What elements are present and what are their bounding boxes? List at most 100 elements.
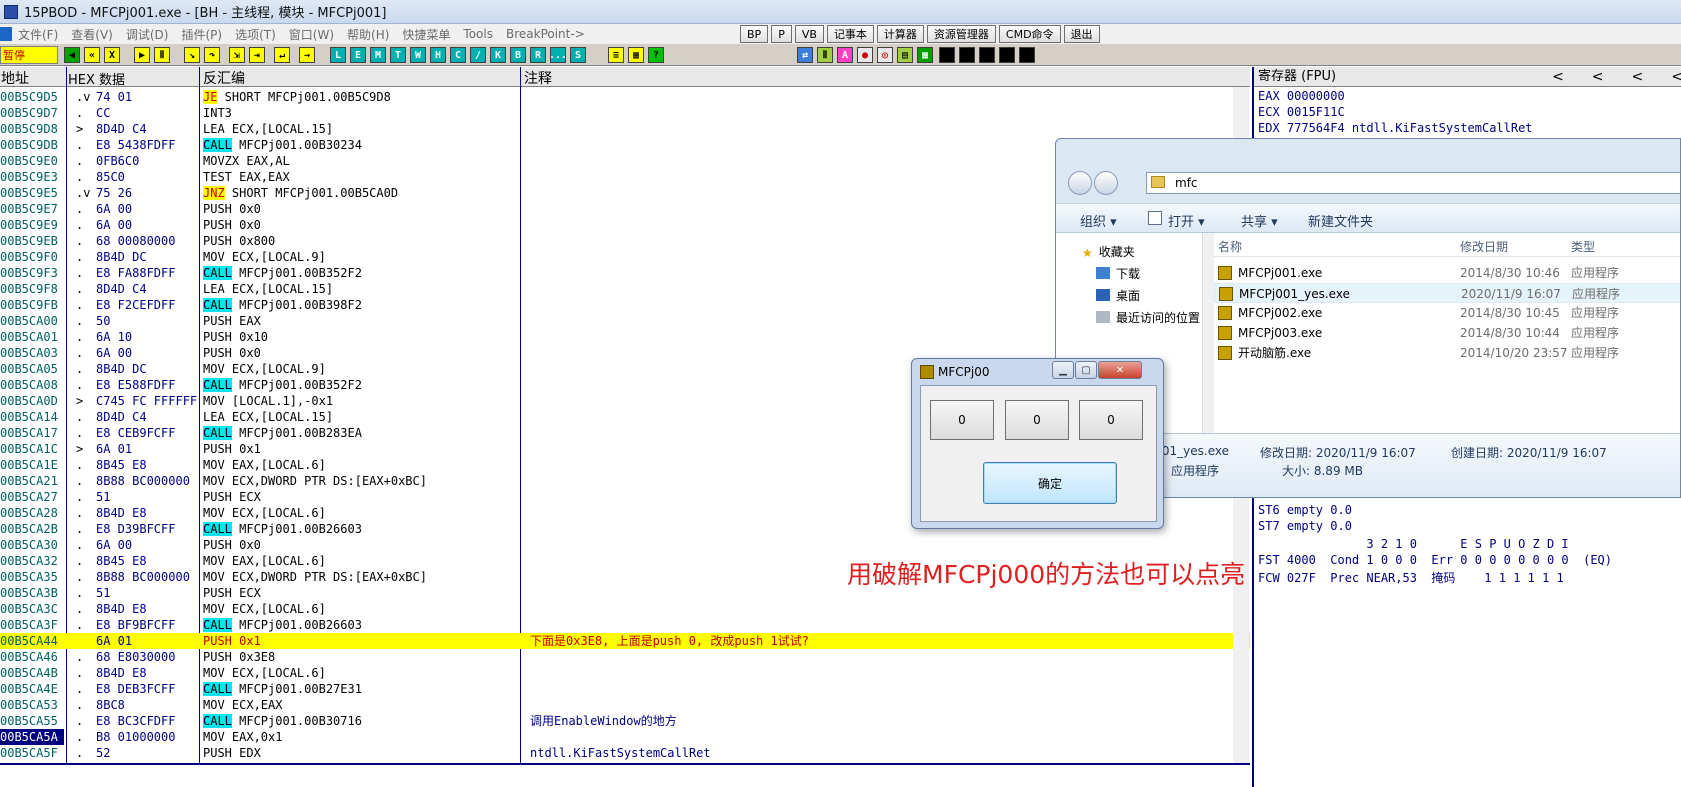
disassembly-row[interactable]: 00B5CA5F. 52 PUSH EDX ntdll.KiFastSystemCal… bbox=[0, 745, 1250, 761]
col-hex[interactable]: HEX 数据 bbox=[68, 69, 125, 88]
col-address[interactable]: 地址 bbox=[1, 68, 29, 88]
file-row[interactable]: MFCPj003.exe 2014/8/30 10:44 应用程序 bbox=[1214, 323, 1680, 343]
windows-button[interactable]: W bbox=[410, 47, 426, 63]
blank-icon-2[interactable] bbox=[959, 47, 975, 63]
path-field[interactable]: mfc bbox=[1146, 172, 1680, 194]
number-button-1[interactable]: 0 bbox=[930, 400, 994, 440]
run-icon[interactable]: ▶ bbox=[134, 47, 150, 63]
ok-button[interactable]: 确定 bbox=[983, 462, 1117, 504]
register-st7[interactable]: ST7 empty 0.0 bbox=[1258, 519, 1352, 533]
handles-button[interactable]: H bbox=[430, 47, 446, 63]
register-ecx[interactable]: ECX 0015F11C bbox=[1258, 105, 1345, 119]
organize-button[interactable]: 组织 ▾ bbox=[1080, 211, 1117, 230]
nav-desktop[interactable]: 桌面 bbox=[1096, 287, 1140, 304]
disassembly-row[interactable]: 00B5CA4B. 8B4D E8 MOV ECX,[LOCAL.6] bbox=[0, 665, 1250, 681]
vb-button[interactable]: VB bbox=[794, 25, 824, 43]
col-name[interactable]: 名称 bbox=[1218, 238, 1242, 255]
col-modified[interactable]: 修改日期 bbox=[1460, 238, 1508, 255]
forward-arrow-icon[interactable] bbox=[1094, 171, 1118, 195]
register-eax[interactable]: EAX 00000000 bbox=[1258, 89, 1345, 103]
menu-help[interactable]: 帮助(H) bbox=[347, 26, 389, 43]
share-button[interactable]: 共享 ▾ bbox=[1241, 211, 1278, 230]
notepad-button[interactable]: 记事本 bbox=[826, 25, 874, 43]
register-st6[interactable]: ST6 empty 0.0 bbox=[1258, 503, 1352, 517]
swap-icon[interactable]: ⇄ bbox=[797, 47, 813, 63]
file-row[interactable]: MFCPj001.exe 2014/8/30 10:46 应用程序 bbox=[1214, 263, 1680, 283]
nav-scrollbar[interactable] bbox=[1202, 233, 1214, 433]
disassembly-row[interactable]: 00B5CA55. E8 BC3CFDFF CALL MFCPj001.00B307… bbox=[0, 713, 1250, 729]
disassembly-row[interactable]: 00B5CA5A. B8 01000000 MOV EAX,0x1 bbox=[0, 729, 1250, 745]
maximize-icon[interactable]: ▢ bbox=[1075, 361, 1097, 379]
number-button-3[interactable]: 0 bbox=[1079, 400, 1143, 440]
menu-options[interactable]: 选项(T) bbox=[235, 26, 276, 43]
register-fst[interactable]: FST 4000 Cond 1 0 0 0 Err 0 0 0 0 0 0 0 … bbox=[1258, 553, 1612, 567]
menu-plugins[interactable]: 插件(P) bbox=[181, 26, 222, 43]
open-icon[interactable]: ◀ bbox=[64, 47, 80, 63]
disassembly-row[interactable]: 00B5CA44 6A 01 PUSH 0x1 下面是0x3E8, 上面是push 0… bbox=[0, 633, 1250, 649]
target-icon[interactable]: ◎ bbox=[877, 47, 893, 63]
record-icon[interactable]: ● bbox=[857, 47, 873, 63]
minimize-icon[interactable]: ▁ bbox=[1052, 361, 1074, 379]
chevron-left-icon[interactable]: < bbox=[1552, 67, 1564, 87]
disassembly-row[interactable]: 00B5CA3F. E8 BF9BFCFF CALL MFCPj001.00B266… bbox=[0, 617, 1250, 633]
references-button[interactable]: R bbox=[530, 47, 546, 63]
pause-icon[interactable]: Ⅱ bbox=[154, 47, 170, 63]
disassembly-row[interactable]: 00B5CA4E. E8 DEB3FCFF CALL MFCPj001.00B27E… bbox=[0, 681, 1250, 697]
col-comment[interactable]: 注释 bbox=[524, 68, 552, 88]
bp-button[interactable]: BP bbox=[740, 25, 769, 43]
blank-icon-5[interactable] bbox=[1019, 47, 1035, 63]
chevron-left-icon[interactable]: < bbox=[1592, 67, 1604, 87]
p-button[interactable]: P bbox=[771, 25, 792, 43]
menu-tools[interactable]: Tools bbox=[463, 27, 493, 41]
menu-debug[interactable]: 调试(D) bbox=[126, 26, 169, 43]
disassembly-row[interactable]: 00B5CA46. 68 E8030000 PUSH 0x3E8 bbox=[0, 649, 1250, 665]
disassembly-row[interactable]: 00B5CA53. 8BC8 MOV ECX,EAX bbox=[0, 697, 1250, 713]
disassembly-row[interactable]: 00B5CA3C. 8B4D E8 MOV ECX,[LOCAL.6] bbox=[0, 601, 1250, 617]
memory-button[interactable]: M bbox=[370, 47, 386, 63]
menu-breakpoint[interactable]: BreakPoint-> bbox=[506, 27, 585, 41]
log-window-button[interactable]: L bbox=[330, 47, 346, 63]
file-row[interactable]: 开动脑筋.exe 2014/10/20 23:57 应用程序 bbox=[1214, 343, 1680, 363]
disassembly-row[interactable]: 00B5CA30. 6A 00 PUSH 0x0 bbox=[0, 537, 1250, 553]
disassembly-row[interactable]: 00B5C9D5 .v 74 01 JE SHORT MFCPj001.00B5C9D… bbox=[0, 89, 1250, 105]
execute-till-return-icon[interactable]: ↵ bbox=[274, 47, 290, 63]
blank-icon-4[interactable] bbox=[999, 47, 1015, 63]
col-disasm[interactable]: 反汇编 bbox=[203, 68, 245, 88]
app-menu-icon[interactable] bbox=[0, 27, 12, 41]
call-stack-button[interactable]: K bbox=[490, 47, 506, 63]
menu-file[interactable]: 文件(F) bbox=[18, 26, 58, 43]
nav-favorites[interactable]: ★ 收藏夹 bbox=[1082, 243, 1135, 260]
register-fcw[interactable]: FCW 027F Prec NEAR,53 掩码 1 1 1 1 1 1 bbox=[1258, 569, 1564, 586]
chevron-left-icon[interactable]: < bbox=[1632, 67, 1644, 87]
file-row[interactable]: MFCPj001_yes.exe 2020/11/9 16:07 应用程序 bbox=[1214, 283, 1680, 303]
blank-icon-3[interactable] bbox=[979, 47, 995, 63]
open-button[interactable]: 打开 ▾ bbox=[1168, 211, 1205, 230]
goto-icon[interactable]: → bbox=[299, 47, 315, 63]
file-row[interactable]: MFCPj002.exe 2014/8/30 10:45 应用程序 bbox=[1214, 303, 1680, 323]
plugin-icon[interactable]: Ⅱ bbox=[817, 47, 833, 63]
blank-icon-1[interactable] bbox=[939, 47, 955, 63]
col-type[interactable]: 类型 bbox=[1571, 238, 1595, 255]
nav-recent-places[interactable]: 最近访问的位置 bbox=[1096, 309, 1200, 326]
new-folder-button[interactable]: 新建文件夹 bbox=[1308, 211, 1373, 230]
list-icon[interactable]: ≡ bbox=[608, 47, 624, 63]
restart-icon[interactable]: « bbox=[84, 47, 100, 63]
chevron-left-icon[interactable]: < bbox=[1671, 67, 1681, 87]
back-arrow-icon[interactable] bbox=[1068, 171, 1092, 195]
close-icon[interactable]: ✕ bbox=[1098, 361, 1142, 379]
close-icon[interactable]: X bbox=[104, 47, 120, 63]
menu-window[interactable]: 窗口(W) bbox=[289, 26, 334, 43]
exit-button[interactable]: 退出 bbox=[1063, 25, 1100, 43]
explorer-button[interactable]: 资源管理器 bbox=[926, 25, 996, 43]
help-icon[interactable]: ? bbox=[648, 47, 664, 63]
cpu-button[interactable]: C bbox=[450, 47, 466, 63]
step-over-icon[interactable]: ↷ bbox=[204, 47, 220, 63]
disassembly-row[interactable]: 00B5C9D7. CC INT3 bbox=[0, 105, 1250, 121]
disassembly-row[interactable]: 00B5C9D8 >8D4D C4 LEA ECX,[LOCAL.15] bbox=[0, 121, 1250, 137]
patches-button[interactable]: / bbox=[470, 47, 486, 63]
text-icon[interactable]: A bbox=[837, 47, 853, 63]
register-edx[interactable]: EDX 777564F4 ntdll.KiFastSystemCallRet bbox=[1258, 121, 1533, 135]
cmd-button[interactable]: CMD命令 bbox=[998, 25, 1061, 43]
menu-shortcuts[interactable]: 快捷菜单 bbox=[402, 26, 450, 43]
grid-icon[interactable]: ▦ bbox=[628, 47, 644, 63]
